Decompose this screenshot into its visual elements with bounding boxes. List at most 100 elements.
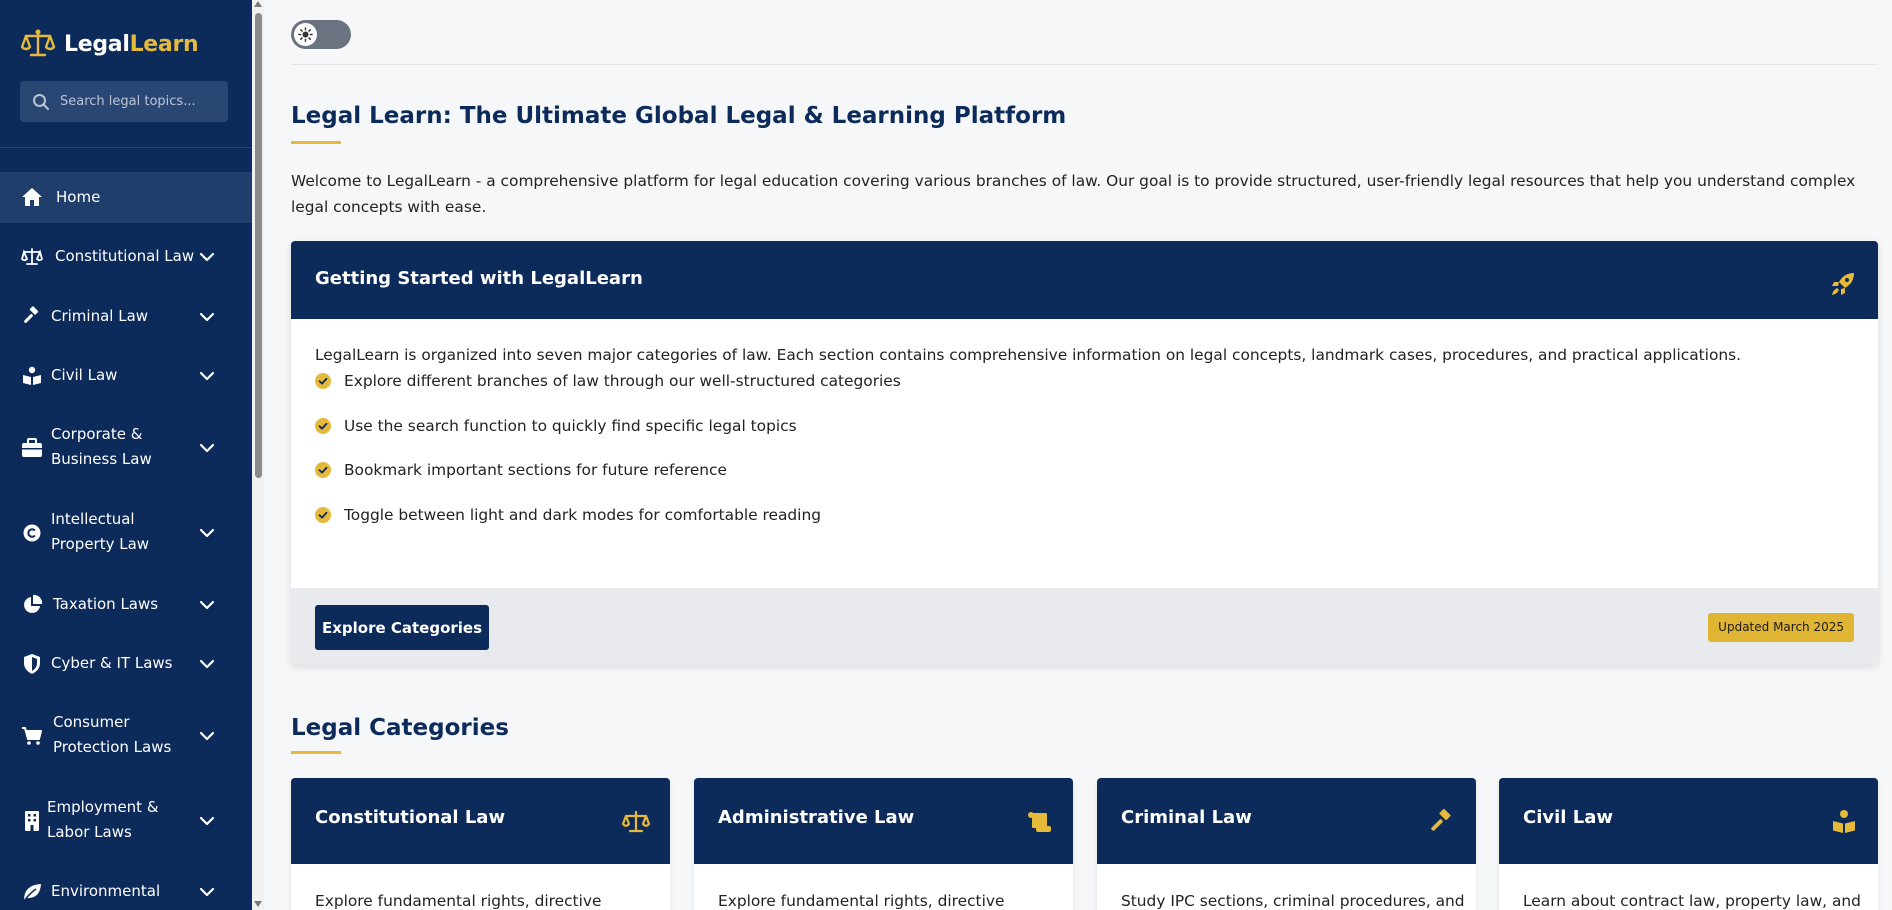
book-reader-icon xyxy=(20,364,44,388)
category-header: Criminal Law xyxy=(1097,778,1476,864)
sidebar-item-intellectual-property-law[interactable]: Intellectual Property Law xyxy=(0,507,252,559)
chevron-down-icon[interactable] xyxy=(198,812,216,830)
rocket-icon xyxy=(1832,273,1854,295)
building-icon xyxy=(20,809,44,833)
brand-name: LegalLearn xyxy=(64,31,199,57)
sidebar-item-label: Constitutional Law xyxy=(55,247,195,265)
sidebar-item-employment-labor-laws[interactable]: Employment & Labor Laws xyxy=(0,795,252,847)
card-title: Getting Started with LegalLearn xyxy=(315,268,643,289)
title-underline xyxy=(291,141,341,144)
list-item: Explore different branches of law throug… xyxy=(315,372,901,390)
gavel-icon xyxy=(20,305,44,329)
category-card-civil-law[interactable]: Civil Law Learn about contract law, prop… xyxy=(1499,778,1878,910)
section-title: Legal Categories xyxy=(291,715,509,741)
category-card-criminal-law[interactable]: Criminal Law Study IPC sections, crimina… xyxy=(1097,778,1476,910)
sidebar-item-label: Employment & Labor Laws xyxy=(47,798,159,841)
category-description: Learn about contract law, property law, … xyxy=(1523,892,1861,910)
list-item-text: Toggle between light and dark modes for … xyxy=(344,506,821,524)
intro-text: Welcome to LegalLearn - a comprehensive … xyxy=(291,172,1856,216)
list-item: Bookmark important sections for future r… xyxy=(315,461,727,479)
sidebar-item-label: Environmental Laws xyxy=(51,882,161,910)
category-title: Administrative Law xyxy=(718,807,915,828)
toggle-knob xyxy=(294,23,317,46)
chevron-down-icon[interactable] xyxy=(198,524,216,542)
list-item-text: Explore different branches of law throug… xyxy=(344,372,901,390)
category-description: Study IPC sections, criminal procedures,… xyxy=(1121,892,1465,910)
chevron-down-icon[interactable] xyxy=(198,596,216,614)
scrollbar-thumb[interactable] xyxy=(255,13,262,478)
category-title: Civil Law xyxy=(1523,807,1613,828)
scale-icon xyxy=(622,810,650,833)
sidebar-item-home[interactable]: Home xyxy=(0,172,252,223)
check-circle-icon xyxy=(315,418,331,434)
check-circle-icon xyxy=(315,462,331,478)
list-item: Use the search function to quickly find … xyxy=(315,417,797,435)
sidebar-item-constitutional-law[interactable]: Constitutional Law xyxy=(0,232,252,282)
sidebar-item-label: Criminal Law xyxy=(51,307,149,325)
card-footer: Explore Categories Updated March 2025 xyxy=(291,588,1878,665)
scroll-down-arrow[interactable] xyxy=(254,901,262,907)
category-title: Constitutional Law xyxy=(315,807,506,828)
chevron-down-icon[interactable] xyxy=(198,248,216,266)
section-underline xyxy=(291,751,341,754)
category-card-constitutional-law[interactable]: Constitutional Law Explore fundamental r… xyxy=(291,778,670,910)
search-box[interactable] xyxy=(20,81,228,122)
book-reader-icon xyxy=(1833,810,1855,833)
gavel-icon xyxy=(1431,808,1451,831)
search-input[interactable] xyxy=(60,94,220,109)
sidebar-divider xyxy=(0,147,252,148)
updated-badge: Updated March 2025 xyxy=(1708,613,1854,642)
sidebar-item-label: Home xyxy=(56,188,101,206)
sidebar-item-criminal-law[interactable]: Criminal Law xyxy=(0,292,252,342)
category-header: Constitutional Law xyxy=(291,778,670,864)
chevron-down-icon[interactable] xyxy=(198,883,216,901)
sidebar-item-civil-law[interactable]: Civil Law xyxy=(0,351,252,401)
check-circle-icon xyxy=(315,507,331,523)
sidebar-item-consumer-protection-laws[interactable]: Consumer Protection Laws xyxy=(0,710,252,762)
pie-chart-icon xyxy=(20,593,44,617)
sidebar-item-environmental-laws[interactable]: Environmental Laws xyxy=(0,868,252,910)
card-description: LegalLearn is organized into seven major… xyxy=(315,346,1742,364)
scroll-up-arrow[interactable] xyxy=(254,1,262,7)
getting-started-card: Getting Started with LegalLearn LegalLea… xyxy=(291,241,1878,665)
list-item-text: Use the search function to quickly find … xyxy=(344,417,797,435)
category-description: Explore fundamental rights, directive xyxy=(315,892,602,910)
chevron-down-icon[interactable] xyxy=(198,727,216,745)
header-divider xyxy=(291,64,1878,65)
card-header: Getting Started with LegalLearn xyxy=(291,241,1878,319)
chevron-down-icon[interactable] xyxy=(198,655,216,673)
chevron-down-icon[interactable] xyxy=(198,367,216,385)
leaf-icon xyxy=(20,880,44,904)
check-circle-icon xyxy=(315,373,331,389)
sidebar-item-label: Civil Law xyxy=(51,366,118,384)
brand-logo[interactable]: LegalLearn xyxy=(20,24,199,64)
category-description: Explore fundamental rights, directive xyxy=(718,892,1005,910)
chevron-down-icon[interactable] xyxy=(198,439,216,457)
page-title: Legal Learn: The Ultimate Global Legal &… xyxy=(291,103,1067,129)
list-item-text: Bookmark important sections for future r… xyxy=(344,461,727,479)
sidebar: LegalLearn Home Constitutional Law Crimi… xyxy=(0,0,252,910)
category-title: Criminal Law xyxy=(1121,807,1252,828)
briefcase-icon xyxy=(20,436,44,460)
shield-icon xyxy=(20,652,44,676)
category-card-administrative-law[interactable]: Administrative Law Explore fundamental r… xyxy=(694,778,1073,910)
sidebar-item-corporate-business-law[interactable]: Corporate & Business Law xyxy=(0,422,252,474)
scale-icon xyxy=(20,245,44,269)
sun-icon xyxy=(298,27,313,42)
theme-toggle[interactable] xyxy=(291,20,351,49)
copyright-icon xyxy=(20,521,44,545)
chevron-down-icon[interactable] xyxy=(198,308,216,326)
category-header: Civil Law xyxy=(1499,778,1878,864)
sidebar-item-taxation-laws[interactable]: Taxation Laws xyxy=(0,580,252,630)
sidebar-item-label: Intellectual Property Law xyxy=(51,510,150,553)
category-header: Administrative Law xyxy=(694,778,1073,864)
search-icon xyxy=(33,93,49,110)
list-item: Toggle between light and dark modes for … xyxy=(315,506,821,524)
home-icon xyxy=(20,185,44,209)
sidebar-item-label: Corporate & Business Law xyxy=(51,425,152,468)
sidebar-item-cyber-it-laws[interactable]: Cyber & IT Laws xyxy=(0,639,252,689)
sidebar-item-label: Cyber & IT Laws xyxy=(51,654,173,672)
cart-icon xyxy=(20,724,44,748)
sidebar-item-label: Taxation Laws xyxy=(53,595,159,613)
explore-categories-button[interactable]: Explore Categories xyxy=(315,605,489,650)
